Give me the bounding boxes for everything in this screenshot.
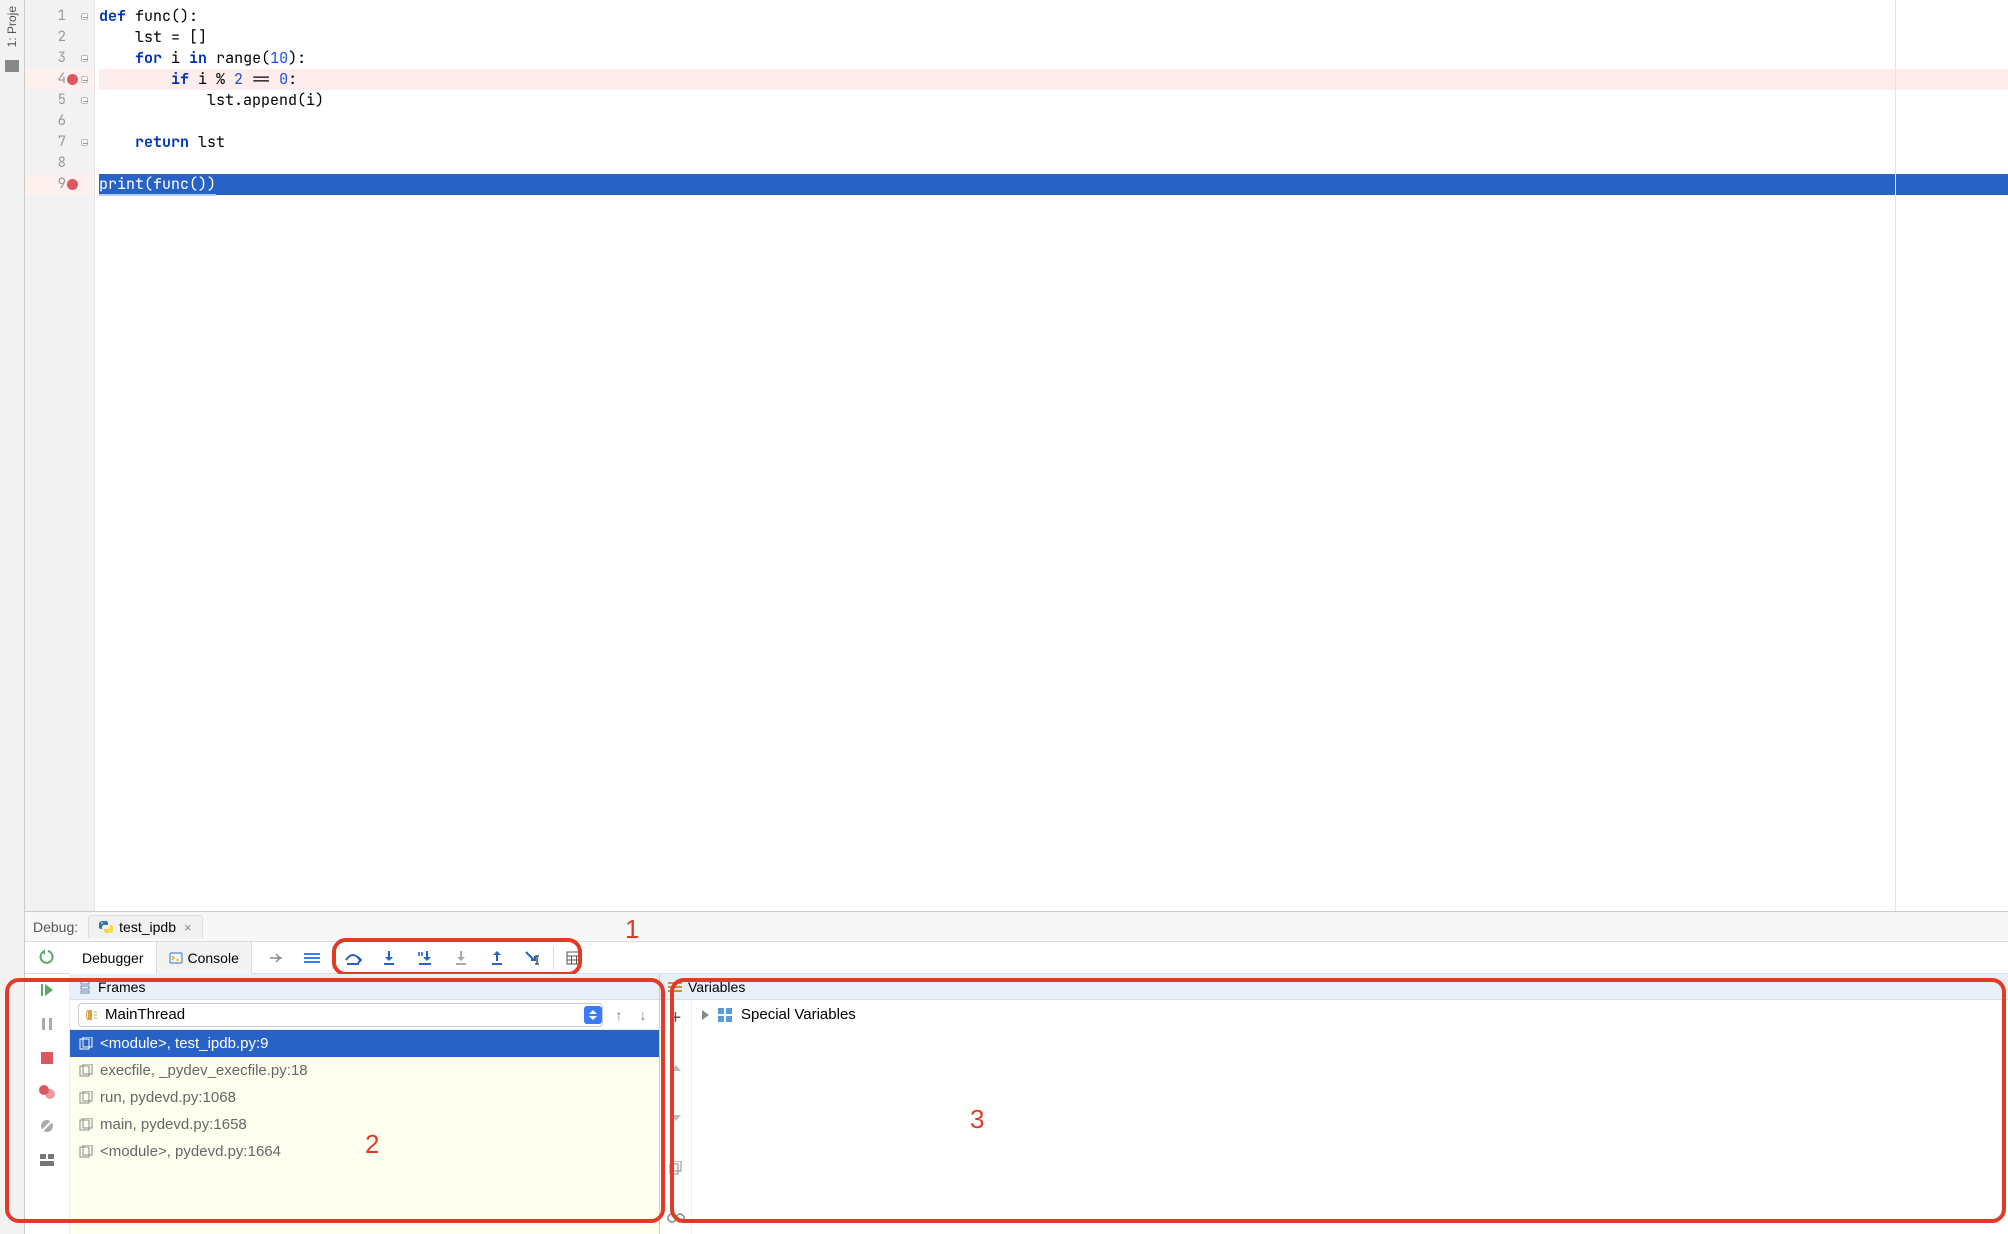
- watches-toggle-button[interactable]: [666, 1208, 686, 1228]
- console-icon: [169, 951, 183, 965]
- fold-icon[interactable]: [81, 55, 88, 62]
- previous-frame-button[interactable]: ↑: [611, 1007, 627, 1023]
- special-vars-icon: [717, 1007, 733, 1023]
- fold-icon[interactable]: [81, 139, 88, 146]
- pause-button[interactable]: [37, 1014, 57, 1034]
- variables-item[interactable]: Special Variables: [702, 1006, 1998, 1023]
- variables-title: Variables: [688, 979, 745, 995]
- gutter-line[interactable]: 1: [25, 6, 94, 27]
- debug-label: Debug:: [33, 919, 78, 935]
- gutter-line[interactable]: 4: [25, 69, 94, 90]
- frame-icon: [78, 1090, 94, 1106]
- next-frame-button[interactable]: ↓: [635, 1007, 651, 1023]
- console-subtab[interactable]: Console: [157, 942, 252, 974]
- toolbar-separator: [332, 947, 333, 969]
- debug-session-name: test_ipdb: [119, 919, 176, 935]
- layout-settings-button[interactable]: [37, 1150, 57, 1170]
- gutter-line[interactable]: 5: [25, 90, 94, 111]
- project-tool-label: 1: Proje: [5, 6, 19, 47]
- frames-panel: Frames MainThread ↑ ↓ <module>, test_ipd…: [70, 974, 660, 1234]
- rerun-button[interactable]: [38, 948, 58, 968]
- debug-side-toolbar: [25, 974, 70, 1234]
- gutter-line[interactable]: 2: [25, 27, 94, 48]
- mute-breakpoints-button[interactable]: [37, 1116, 57, 1136]
- frame-item[interactable]: <module>, test_ipdb.py:9: [70, 1030, 659, 1057]
- frame-item[interactable]: main, pydevd.py:1658: [70, 1111, 659, 1138]
- frames-list[interactable]: <module>, test_ipdb.py:9 execfile, _pyde…: [70, 1030, 659, 1234]
- frame-icon: [78, 1063, 94, 1079]
- variables-icon: [668, 981, 682, 993]
- resume-button[interactable]: [37, 980, 57, 1000]
- thread-name: MainThread: [105, 1006, 185, 1023]
- thread-icon: [85, 1008, 99, 1022]
- debug-toolbar: Debugger Console 1: [25, 942, 2008, 974]
- editor-gutter[interactable]: 1 2 3 4 5 6 7 8 9: [25, 0, 95, 911]
- fold-icon[interactable]: [81, 97, 88, 104]
- view-breakpoints-button[interactable]: [37, 1082, 57, 1102]
- gutter-line[interactable]: 9: [25, 174, 94, 195]
- breakpoint-icon[interactable]: [67, 74, 78, 85]
- frames-header: Frames: [70, 974, 659, 1000]
- debug-body: Frames MainThread ↑ ↓ <module>, test_ipd…: [25, 974, 2008, 1234]
- variables-header: Variables: [660, 974, 2008, 1000]
- navigate-out-button[interactable]: [258, 944, 294, 972]
- special-vars-label: Special Variables: [741, 1006, 856, 1023]
- variables-tree[interactable]: Special Variables: [692, 1000, 2008, 1234]
- step-into-button[interactable]: [371, 944, 407, 972]
- add-watch-button[interactable]: +: [666, 1008, 686, 1028]
- frame-item[interactable]: run, pydevd.py:1068: [70, 1084, 659, 1111]
- frames-title: Frames: [98, 979, 145, 995]
- step-out-button[interactable]: [479, 944, 515, 972]
- code-editor[interactable]: 1 2 3 4 5 6 7 8 9 def func(): lst = [] f…: [25, 0, 2008, 912]
- frame-icon: [78, 1036, 94, 1052]
- debug-title-bar: Debug: test_ipdb ×: [25, 912, 2008, 942]
- select-arrows-icon: [584, 1006, 602, 1024]
- run-to-cursor-button[interactable]: [515, 944, 551, 972]
- force-step-into-button[interactable]: [443, 944, 479, 972]
- right-margin-guide: [1895, 0, 1896, 911]
- gutter-line[interactable]: 6: [25, 111, 94, 132]
- gutter-line[interactable]: 3: [25, 48, 94, 69]
- stop-button[interactable]: [37, 1048, 57, 1068]
- variables-panel: Variables + Special Variable: [660, 974, 2008, 1234]
- thread-select[interactable]: MainThread: [78, 1003, 603, 1027]
- fold-icon[interactable]: [81, 13, 88, 20]
- debug-session-tab[interactable]: test_ipdb ×: [88, 915, 202, 938]
- frame-icon: [78, 1144, 94, 1160]
- python-icon: [99, 920, 113, 934]
- gutter-line[interactable]: 7: [25, 132, 94, 153]
- frames-icon: [78, 980, 92, 994]
- step-over-button[interactable]: [335, 944, 371, 972]
- frame-icon: [78, 1117, 94, 1133]
- step-into-my-code-button[interactable]: [407, 944, 443, 972]
- debugger-subtab[interactable]: Debugger: [70, 942, 157, 974]
- left-tool-rail[interactable]: 1: Proje: [0, 0, 25, 1234]
- scroll-up-button[interactable]: [666, 1058, 686, 1078]
- fold-icon[interactable]: [81, 76, 88, 83]
- settings-button[interactable]: [294, 944, 330, 972]
- scroll-down-button[interactable]: [666, 1108, 686, 1128]
- close-icon[interactable]: ×: [184, 920, 192, 935]
- evaluate-expression-button[interactable]: [556, 944, 592, 972]
- expand-icon[interactable]: [702, 1010, 709, 1020]
- breakpoint-icon[interactable]: [67, 179, 78, 190]
- variables-side-toolbar: +: [660, 1000, 692, 1234]
- thread-selector-row: MainThread ↑ ↓: [70, 1000, 659, 1030]
- project-tool-tab[interactable]: 1: Proje: [5, 6, 19, 47]
- frame-item[interactable]: <module>, pydevd.py:1664: [70, 1138, 659, 1165]
- frame-item[interactable]: execfile, _pydev_execfile.py:18: [70, 1057, 659, 1084]
- toolbar-separator: [553, 947, 554, 969]
- copy-button[interactable]: [666, 1158, 686, 1178]
- folder-icon: [5, 60, 19, 72]
- code-area[interactable]: def func(): lst = [] for i in range(10):…: [95, 0, 2008, 911]
- gutter-line[interactable]: 8: [25, 153, 94, 174]
